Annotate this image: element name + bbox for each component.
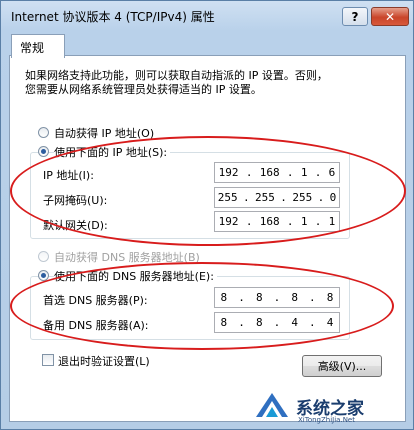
validate-checkbox[interactable] xyxy=(42,354,54,366)
window-title: Internet 协议版本 4 (TCP/IPv4) 属性 xyxy=(11,10,215,24)
ip-octet: 1 xyxy=(328,215,336,228)
alternate-dns-label: 备用 DNS 服务器(A): xyxy=(43,319,149,332)
ip-address-label: IP 地址(I): xyxy=(43,169,94,182)
ip-octet: 8 xyxy=(255,291,263,304)
ip-octet: 192 xyxy=(218,215,239,228)
ip-octet: 1 xyxy=(300,166,308,179)
close-icon: ✕ xyxy=(384,9,396,24)
help-button[interactable]: ? xyxy=(342,7,368,26)
manual-ip-label: 使用下面的 IP 地址(S): xyxy=(54,144,171,160)
ip-octet: 8 xyxy=(291,291,298,304)
alternate-dns-field[interactable]: 8. 8. 4. 4 xyxy=(214,312,340,333)
ip-octet: 8 xyxy=(220,291,228,304)
validate-label: 退出时验证设置(L) xyxy=(58,355,150,368)
subnet-mask-label: 子网掩码(U): xyxy=(43,194,108,207)
ip-octet: 168 xyxy=(259,215,280,228)
ip-octet: 4 xyxy=(291,316,298,329)
description-line-2: 您需要从网络系统管理员处获得适当的 IP 设置。 xyxy=(25,83,262,96)
radio-manual-dns[interactable] xyxy=(38,270,49,281)
default-gateway-field[interactable]: 192. 168. 1. 1 xyxy=(214,211,340,232)
ip-octet: 192 xyxy=(218,166,239,179)
ip-octet: 255 xyxy=(292,191,313,204)
subnet-mask-field[interactable]: 255. 255. 255. 0 xyxy=(214,187,340,208)
radio-manual-ip[interactable] xyxy=(38,146,49,157)
watermark-logo-icon xyxy=(256,393,288,417)
ip-address-field[interactable]: 192. 168. 1. 6 xyxy=(214,162,340,183)
close-button[interactable]: ✕ xyxy=(371,7,409,26)
ip-octet: 0 xyxy=(329,191,337,204)
radio-auto-dns[interactable] xyxy=(38,251,49,262)
auto-dns-label: 自动获得 DNS 服务器地址(B) xyxy=(54,251,200,264)
auto-ip-label: 自动获得 IP 地址(O) xyxy=(54,127,155,140)
default-gateway-label: 默认网关(D): xyxy=(43,219,108,232)
description-text: 如果网络支持此功能，则可以获取自动指派的 IP 设置。否则， 您需要从网络系统管… xyxy=(25,69,328,97)
ip-octet: 4 xyxy=(326,316,334,329)
ip-octet: 8 xyxy=(255,316,263,329)
description-line-1: 如果网络支持此功能，则可以获取自动指派的 IP 设置。否则， xyxy=(25,69,328,82)
watermark: 系统之家 XiTongZhiJia.Net xyxy=(252,386,412,426)
ip-octet: 255 xyxy=(217,191,238,204)
ip-octet: 6 xyxy=(328,166,336,179)
ip-octet: 255 xyxy=(255,191,275,204)
ip-octet: 1 xyxy=(300,215,308,228)
radio-auto-ip[interactable] xyxy=(38,127,49,138)
manual-dns-label: 使用下面的 DNS 服务器地址(E): xyxy=(54,268,217,284)
preferred-dns-field[interactable]: 8. 8. 8. 8 xyxy=(214,287,340,308)
watermark-text: 系统之家 xyxy=(296,398,364,419)
watermark-subtext: XiTongZhiJia.Net xyxy=(298,416,355,424)
tab-general[interactable]: 常规 xyxy=(11,34,65,58)
ip-octet: 8 xyxy=(220,316,228,329)
ip-octet: 168 xyxy=(259,166,280,179)
ip-octet: 8 xyxy=(326,291,334,304)
advanced-button[interactable]: 高级(V)... xyxy=(302,355,382,377)
preferred-dns-label: 首选 DNS 服务器(P): xyxy=(43,294,148,307)
